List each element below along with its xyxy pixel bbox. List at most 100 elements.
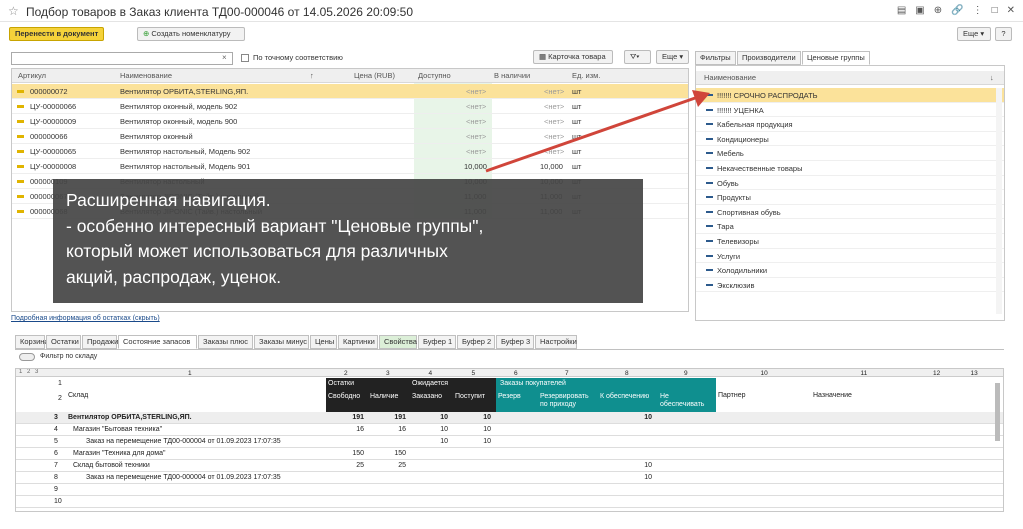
report-row[interactable]: 7 Склад бытовой техники 25 25 10 (16, 460, 1003, 472)
report-level-button[interactable]: 1 (19, 369, 22, 375)
more-button[interactable]: Еще ▾ (957, 27, 991, 41)
report-row[interactable]: 3 Вентилятор ОРБИТА,STERLING,ЯП. 191 191 10 1… (16, 412, 1003, 424)
row-marker-icon (17, 105, 24, 108)
exact-match-checkbox[interactable] (241, 54, 249, 62)
price-group-item[interactable]: Кабельная продукция (696, 117, 1004, 132)
price-group-item[interactable]: Холодильники (696, 263, 1004, 278)
column-number: 6 (514, 370, 518, 377)
report-scrollbar[interactable] (995, 383, 1000, 441)
window-title: Подбор товаров в Заказ клиента ТД00-0000… (26, 5, 413, 19)
report-level-button[interactable]: 3 (35, 369, 38, 375)
group-dash-icon (706, 283, 713, 286)
create-item-button[interactable]: ⊕ Создать номенклатуру (137, 27, 245, 41)
price-group-item[interactable]: Спортивная обувь (696, 205, 1004, 220)
star-icon[interactable]: ☆ (8, 4, 19, 18)
cell-article: ЦУ-00000009 (30, 117, 77, 126)
bottom-tab[interactable]: Буфер 3 (496, 335, 534, 349)
report-value: 16 (398, 426, 406, 433)
help-button[interactable]: ? (995, 27, 1012, 41)
col-unit[interactable]: Ед. изм. (572, 71, 600, 80)
warehouse-filter-toggle[interactable] (19, 353, 35, 361)
price-group-label: Продукты (717, 193, 751, 203)
filter-icon[interactable]: ⛛▾ (624, 50, 651, 64)
price-group-item[interactable]: Кондиционеры (696, 132, 1004, 147)
bottom-tab[interactable]: Состояние запасов (118, 335, 197, 349)
cell-article: ЦУ-00000065 (30, 147, 77, 156)
bottom-tab[interactable]: Заказы минус (254, 335, 309, 349)
search-input[interactable] (11, 52, 233, 65)
row-marker-icon (17, 150, 24, 153)
grid-more-button[interactable]: Еще ▾ (656, 50, 689, 64)
price-group-item[interactable]: Эксклюзив (696, 278, 1004, 293)
maximize-icon[interactable]: □ (992, 5, 998, 16)
report-level-button[interactable]: 2 (27, 369, 30, 375)
col-article[interactable]: Артикул (18, 71, 46, 80)
price-group-item[interactable]: Продукты (696, 190, 1004, 205)
header-row-number: 2 (58, 395, 62, 402)
side-tab-manufacturers[interactable]: Производители (737, 51, 801, 65)
report-row[interactable]: 8 Заказ на перемещение ТД00-000004 от 01.… (16, 472, 1003, 484)
save-icon[interactable]: ▣ (915, 5, 924, 16)
bottom-tab[interactable]: Заказы плюс (198, 335, 253, 349)
price-group-label: Телевизоры (717, 237, 759, 246)
bottom-tab[interactable]: Корзина (15, 335, 49, 349)
row-number: 10 (54, 498, 62, 505)
bottom-tab[interactable]: Цены (310, 335, 337, 349)
group-dash-icon (706, 240, 713, 242)
product-card-button[interactable]: ▦ Карточка товара (533, 50, 613, 64)
zoom-icon[interactable]: ⊕ (934, 5, 942, 16)
menu-icon[interactable]: ⋮ (973, 5, 983, 16)
price-group-item[interactable]: Телевизоры (696, 234, 1004, 249)
clear-icon[interactable]: × (222, 53, 227, 62)
col-available[interactable]: Доступно (418, 71, 451, 80)
price-group-label: Некачественные товары (717, 164, 803, 173)
price-group-item[interactable]: Услуги (696, 249, 1004, 264)
price-group-item[interactable]: Тара (696, 219, 1004, 234)
bottom-tab[interactable]: Буфер 2 (457, 335, 495, 349)
side-tab-filters[interactable]: Фильтры (695, 51, 736, 65)
price-group-item[interactable]: !!!!!!! УЦЕНКА (696, 103, 1004, 118)
bottom-tab[interactable]: Буфер 1 (418, 335, 456, 349)
bottom-tab[interactable]: Остатки (46, 335, 81, 349)
report-value: 150 (394, 450, 406, 457)
cell-name: Вентилятор оконный, модель 900 (120, 117, 238, 126)
price-group-item[interactable]: Некачественные товары (696, 161, 1004, 176)
link-icon[interactable]: 🔗 (951, 5, 963, 16)
col-in-stock[interactable]: В наличии (494, 71, 530, 80)
group-dash-icon (706, 225, 713, 228)
price-group-label: Холодильники (717, 266, 768, 276)
scrollbar[interactable] (996, 88, 1002, 314)
report-row[interactable]: 4 Магазин "Бытовая техника" 16 16 10 10 (16, 424, 1003, 436)
close-icon[interactable]: ✕ (1007, 5, 1015, 16)
stock-details-link[interactable]: Подробная информация об остатках (скрыть… (11, 315, 160, 322)
price-group-label: Спортивная обувь (717, 207, 781, 217)
side-tab-price-groups[interactable]: Ценовые группы (802, 51, 870, 65)
sort-icon[interactable]: ↑ (310, 71, 314, 80)
sort-down-icon[interactable]: ↓ (990, 73, 994, 82)
price-group-label: Мебель (717, 149, 744, 159)
column-number: 8 (625, 370, 629, 377)
report-value: 10 (483, 438, 491, 445)
col-name[interactable]: Наименование (120, 71, 172, 80)
bottom-tab[interactable]: Картинки (338, 335, 378, 349)
report-row[interactable]: 6 Магазин "Техника для дома" 150 150 (16, 448, 1003, 460)
report-row[interactable]: 5 Заказ на перемещение ТД00-000004 от 01.… (16, 436, 1003, 448)
print-icon[interactable]: ▤ (897, 5, 906, 16)
report-row-label: Магазин "Техника для дома" (73, 450, 166, 457)
bottom-tab[interactable]: Продажи (82, 335, 118, 349)
row-marker-icon (17, 210, 24, 213)
price-group-item[interactable]: !!!!!!! СРОЧНО РАСПРОДАТЬ (696, 88, 1004, 103)
report-row[interactable]: 10 (16, 496, 1003, 508)
transfer-button[interactable]: Перенести в документ (9, 27, 104, 41)
price-group-item[interactable]: Обувь (696, 176, 1004, 191)
sub-header-label: Наличие (370, 393, 399, 400)
price-group-item[interactable]: Мебель (696, 146, 1004, 161)
report-row[interactable]: 9 (16, 484, 1003, 496)
bottom-tab[interactable]: Настройки (535, 335, 577, 349)
bottom-tab[interactable]: Свойства (379, 335, 417, 349)
report-value: 25 (356, 462, 364, 469)
window-controls: ▤ ▣ ⊕ 🔗 ⋮ □ ✕ (897, 5, 1015, 16)
price-group-label: Эксклюзив (717, 280, 755, 290)
row-number: 8 (54, 474, 58, 481)
col-price[interactable]: Цена (RUB) (354, 71, 395, 80)
